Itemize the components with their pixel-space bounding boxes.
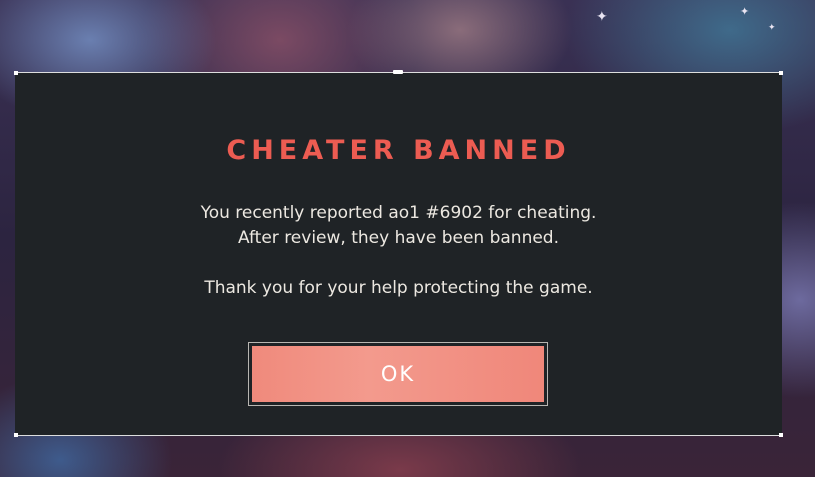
dialog-top-notch	[393, 70, 403, 74]
ok-button[interactable]: OK	[252, 346, 544, 402]
message-line-review: After review, they have been banned.	[237, 228, 560, 248]
sparkle-icon: ✦	[768, 23, 776, 33]
dialog-message: You recently reported ao1 #6902 for chea…	[15, 201, 782, 301]
dialog-corner	[779, 71, 783, 75]
dialog-corner	[779, 433, 783, 437]
message-thanks: Thank you for your help protecting the g…	[204, 278, 593, 298]
dialog-corner	[14, 433, 18, 437]
dialog-corner	[14, 71, 18, 75]
cheater-banned-dialog: CHEATER BANNED You recently reported ao1…	[14, 70, 783, 437]
message-line-report: You recently reported ao1 #6902 for chea…	[200, 203, 597, 223]
sparkle-icon: ✦	[740, 5, 750, 18]
ok-button-frame: OK	[248, 342, 548, 406]
sparkle-icon: ✦	[596, 9, 608, 25]
dialog-title: CHEATER BANNED	[226, 135, 571, 166]
